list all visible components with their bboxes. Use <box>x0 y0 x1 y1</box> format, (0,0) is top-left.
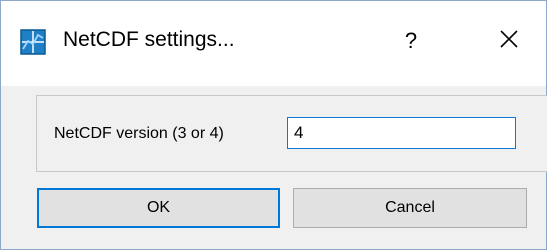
window-title: NetCDF settings... <box>63 28 235 51</box>
close-icon <box>499 29 519 54</box>
settings-group: NetCDF version (3 or 4) <box>36 95 547 172</box>
netcdf-app-icon <box>20 29 46 55</box>
cancel-button[interactable]: Cancel <box>293 188 527 228</box>
netcdf-settings-dialog: NetCDF settings... ? NetCDF version (3 o… <box>0 0 547 250</box>
netcdf-version-label: NetCDF version (3 or 4) <box>54 125 224 142</box>
title-bar: NetCDF settings... ? <box>1 1 546 86</box>
close-button[interactable] <box>487 21 531 61</box>
netcdf-version-input[interactable] <box>287 117 516 149</box>
help-button[interactable]: ? <box>391 21 431 61</box>
ok-button[interactable]: OK <box>37 188 280 228</box>
